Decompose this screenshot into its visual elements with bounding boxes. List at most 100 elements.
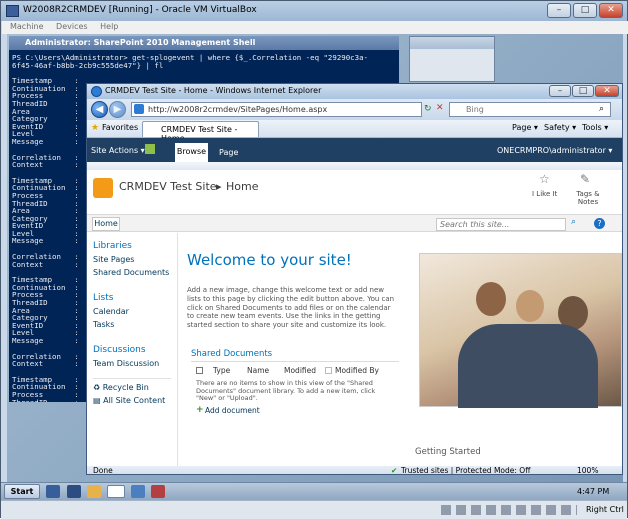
server-manager-icon[interactable] xyxy=(46,485,60,498)
quick-launch: Libraries Site Pages Shared Documents Li… xyxy=(87,233,178,466)
ie-taskbar-icon[interactable] xyxy=(107,485,125,498)
device-status-icons[interactable] xyxy=(441,505,577,515)
ql-site-pages[interactable]: Site Pages xyxy=(87,255,177,264)
start-button[interactable]: Start xyxy=(4,484,40,499)
page-menu[interactable]: Page ▾ xyxy=(512,123,538,132)
clock[interactable]: 4:47 PM xyxy=(577,487,609,496)
ql-calendar[interactable]: Calendar xyxy=(87,307,177,316)
vbox-title-bar: W2008R2CRMDEV [Running] - Oracle VM Virt… xyxy=(1,1,627,21)
tags-icon[interactable]: ✎ xyxy=(580,172,590,186)
ql-shared-documents[interactable]: Shared Documents xyxy=(87,268,177,277)
security-zone[interactable]: Trusted sites | Protected Mode: Off xyxy=(401,466,530,474)
status-text: Done xyxy=(93,466,113,475)
ql-tasks[interactable]: Tasks xyxy=(87,320,177,329)
site-logo-icon xyxy=(93,178,113,198)
address-bar[interactable]: http://w2008r2crmdev/SitePages/Home.aspx xyxy=(131,102,422,117)
nav-home[interactable]: Home xyxy=(92,217,120,231)
zoom-level[interactable]: 100% xyxy=(577,466,598,474)
empty-library-message: There are no items to show in this view … xyxy=(196,379,376,402)
site-actions-menu[interactable]: Site Actions ▾ xyxy=(91,146,145,155)
ie-search-box[interactable]: Bing xyxy=(449,102,611,117)
minimized-window[interactable] xyxy=(409,36,495,82)
site-search-icon[interactable]: ⌕ xyxy=(571,217,576,227)
safety-menu[interactable]: Safety ▾ xyxy=(544,123,576,132)
breadcrumb-separator: ▸ xyxy=(216,180,222,193)
close-button[interactable]: ✕ xyxy=(599,3,623,18)
guest-taskbar: Start 4:47 PM xyxy=(1,482,627,500)
ql-recycle-bin[interactable]: ♻ Recycle Bin xyxy=(87,383,177,392)
virtualbox-window: W2008R2CRMDEV [Running] - Oracle VM Virt… xyxy=(0,0,628,519)
menu-devices[interactable]: Devices xyxy=(56,22,88,31)
ql-team-discussion[interactable]: Team Discussion xyxy=(87,359,177,368)
stop-icon[interactable]: ✕ xyxy=(436,103,444,113)
vbox-status-bar: Right Ctrl xyxy=(1,500,627,519)
explorer-taskbar-icon[interactable] xyxy=(87,485,101,498)
favorites-bar: ★ Favorites CRMDEV Test Site - Home Page… xyxy=(87,120,622,143)
like-icon[interactable]: ☆ xyxy=(539,172,550,186)
ql-discussions[interactable]: Discussions xyxy=(87,345,177,355)
edit-icon[interactable] xyxy=(145,144,155,154)
powershell-title: Administrator: SharePoint 2010 Managemen… xyxy=(25,38,256,47)
trusted-check-icon: ✔ xyxy=(391,466,398,475)
maximize-button[interactable]: □ xyxy=(573,3,597,18)
guest-desktop: Administrator: SharePoint 2010 Managemen… xyxy=(7,34,623,482)
intro-text: Add a new image, change this welcome tex… xyxy=(187,286,395,330)
add-document-link[interactable]: Add document xyxy=(205,406,260,415)
powershell-taskbar-icon[interactable] xyxy=(67,485,81,498)
shared-documents-title[interactable]: Shared Documents xyxy=(191,349,272,359)
col-modified[interactable]: Modified xyxy=(284,366,316,375)
search-icon[interactable]: ⌕ xyxy=(599,104,604,114)
ie-minimize-button[interactable]: – xyxy=(549,85,571,97)
ql-libraries[interactable]: Libraries xyxy=(87,241,177,251)
col-name[interactable]: Name xyxy=(247,366,269,375)
host-key-label: Right Ctrl xyxy=(586,505,624,514)
menu-machine[interactable]: Machine xyxy=(10,22,44,31)
ie-address-row: ◀ ▶ http://w2008r2crmdev/SitePages/Home.… xyxy=(87,99,622,120)
add-icon[interactable]: + xyxy=(196,405,204,415)
ie-title: CRMDEV Test Site - Home - Windows Intern… xyxy=(105,86,322,95)
vbox-title: W2008R2CRMDEV [Running] - Oracle VM Virt… xyxy=(23,5,257,15)
site-search-input[interactable]: Search this site... xyxy=(436,218,566,231)
refresh-icon[interactable]: ↻ xyxy=(424,104,432,114)
powershell-title-bar[interactable]: Administrator: SharePoint 2010 Managemen… xyxy=(9,36,399,50)
tags-notes-button[interactable]: Tags & Notes xyxy=(573,190,603,206)
minimize-button[interactable]: – xyxy=(547,3,571,18)
favorites-button[interactable]: Favorites xyxy=(102,123,138,132)
tab-page[interactable]: Page xyxy=(219,148,238,157)
ie-logo-icon xyxy=(91,86,102,97)
all-site-content-label: All Site Content xyxy=(103,396,166,405)
like-button[interactable]: I Like It xyxy=(532,190,557,198)
sp-top-nav: Home Search this site... ⌕ ? xyxy=(87,214,622,232)
divider xyxy=(191,361,399,362)
taskbar-icon[interactable] xyxy=(151,485,165,498)
modified-by-checkbox[interactable] xyxy=(325,367,332,374)
ie-maximize-button[interactable]: □ xyxy=(572,85,594,97)
col-modified-by[interactable]: Modified By xyxy=(335,366,379,375)
tab-browse[interactable]: Browse xyxy=(175,143,208,162)
ribbon-strip xyxy=(87,162,622,170)
star-icon: ★ xyxy=(91,123,100,133)
select-all-checkbox[interactable] xyxy=(196,367,203,374)
site-title[interactable]: CRMDEV Test Site xyxy=(119,180,217,193)
person-figure xyxy=(476,282,506,316)
col-type[interactable]: Type xyxy=(213,366,230,375)
tools-menu[interactable]: Tools ▾ xyxy=(582,123,608,132)
welcome-heading: Welcome to your site! xyxy=(187,251,352,269)
ql-lists[interactable]: Lists xyxy=(87,293,177,303)
ie-window: CRMDEV Test Site - Home - Windows Intern… xyxy=(86,83,623,475)
ie-title-bar[interactable]: CRMDEV Test Site - Home - Windows Intern… xyxy=(87,84,622,99)
person-figure xyxy=(458,324,598,408)
welcome-photo xyxy=(419,253,622,408)
user-menu[interactable]: ONECRMPRO\administrator ▾ xyxy=(497,146,612,155)
ql-all-site-content[interactable]: ▤ All Site Content xyxy=(87,396,177,405)
tab-home[interactable]: CRMDEV Test Site - Home xyxy=(142,121,259,143)
taskbar-icon[interactable] xyxy=(131,485,145,498)
forward-button[interactable]: ▶ xyxy=(109,101,126,118)
ie-close-button[interactable]: ✕ xyxy=(595,85,619,97)
menu-help[interactable]: Help xyxy=(100,22,118,31)
back-button[interactable]: ◀ xyxy=(91,101,108,118)
help-icon[interactable]: ? xyxy=(594,218,605,229)
console-command: 6f45-46af-b8bb-2cb9c555de47"} | fl xyxy=(12,60,164,70)
breadcrumb: Home xyxy=(226,180,259,193)
sp-ribbon: Site Actions ▾ Browse Page ONECRMPRO\adm… xyxy=(87,138,622,162)
